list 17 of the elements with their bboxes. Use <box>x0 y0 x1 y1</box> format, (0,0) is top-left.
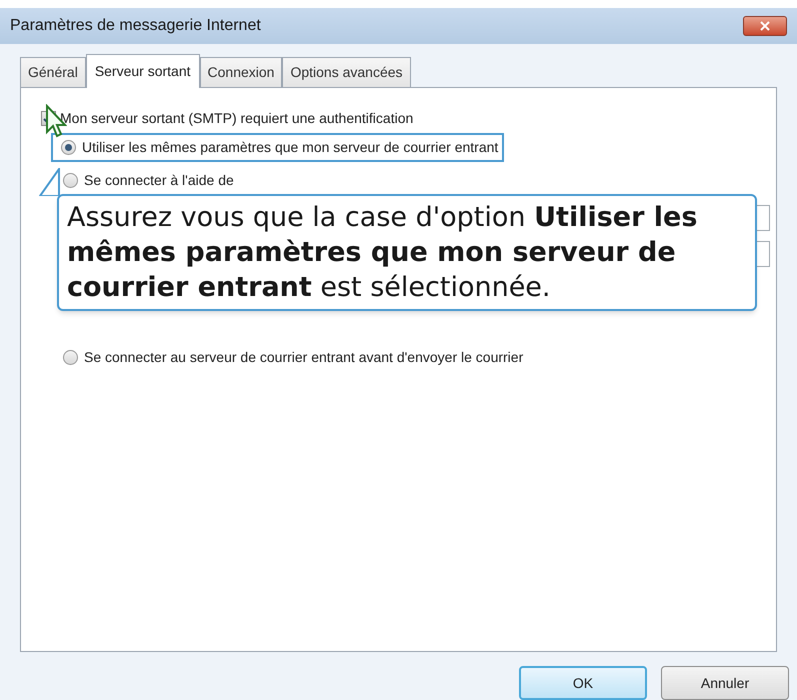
radio-button[interactable] <box>61 140 76 155</box>
dialog-button[interactable]: Annuler <box>661 666 789 700</box>
close-button[interactable] <box>743 16 787 36</box>
radio-label: Utiliser les mêmes paramètres que mon serveur de courrier entrant <box>82 138 498 157</box>
tab[interactable]: Général <box>20 56 86 87</box>
tab[interactable]: Options avancées <box>282 56 411 87</box>
radio-button[interactable] <box>63 350 78 365</box>
callout-text: Assurez vous que la case d'option Utiliser les mêmes paramètres que mon serveur de courrier entrant est sélectionnée. <box>67 202 698 303</box>
tab[interactable]: Connexion <box>200 56 282 87</box>
close-icon <box>760 20 770 31</box>
checkbox-label: Mon serveur sortant (SMTP) requiert une authentification <box>60 108 414 128</box>
radio-button[interactable] <box>63 172 78 188</box>
tab[interactable]: Serveur sortant <box>86 54 200 88</box>
radio-label: Se connecter au serveur de courrier entrant avant d'envoyer le courrier <box>84 348 524 367</box>
dialog-button[interactable]: OK <box>519 666 647 700</box>
radio-label: Se connecter à l'aide de <box>84 170 234 190</box>
window-title: Paramètres de messagerie Internet <box>10 16 261 36</box>
